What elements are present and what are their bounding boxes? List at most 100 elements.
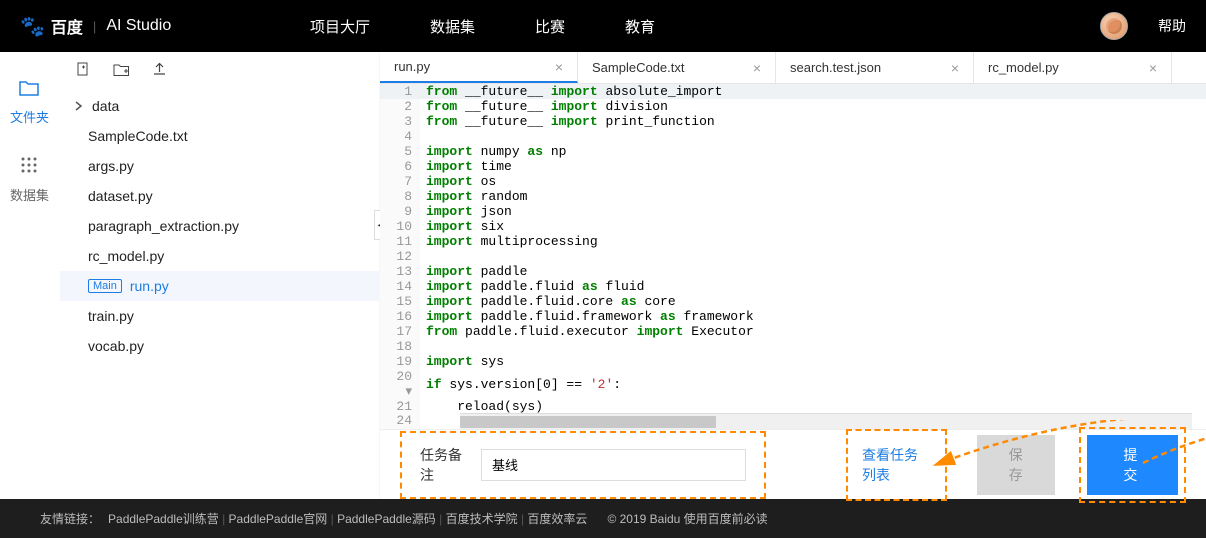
tree-file[interactable]: dataset.py	[60, 181, 380, 211]
gutter-line: 10	[380, 219, 420, 234]
nav-projects[interactable]: 项目大厅	[310, 16, 370, 37]
logo[interactable]: 🐾 百度 | AI Studio	[20, 14, 280, 39]
logo-aistudio: AI Studio	[106, 17, 171, 35]
leftbar-dataset[interactable]: 数据集	[10, 156, 49, 204]
separator: |	[436, 512, 446, 526]
nav-competitions[interactable]: 比赛	[535, 16, 565, 37]
footer-link[interactable]: PaddlePaddle官网	[229, 512, 328, 526]
tree-file[interactable]: SampleCode.txt	[60, 121, 380, 151]
help-link[interactable]: 帮助	[1158, 16, 1186, 36]
code-line[interactable]: reload(sys)	[420, 399, 1206, 413]
gutter-line: 20 ▾	[380, 369, 420, 399]
code-line[interactable]: import six	[420, 219, 1206, 234]
code-line[interactable]: if sys.version[0] == '2':	[420, 369, 1206, 399]
editor-tab[interactable]: SampleCode.txt×	[578, 52, 776, 83]
footer-link[interactable]: PaddlePaddle训练营	[108, 512, 219, 526]
editor-tab[interactable]: run.py×	[380, 52, 578, 83]
code-line[interactable]: import paddle	[420, 264, 1206, 279]
code-line[interactable]: import paddle.fluid.core as core	[420, 294, 1206, 309]
code-line[interactable]: from __future__ import absolute_import	[420, 84, 1206, 99]
gutter-line: 5	[380, 144, 420, 159]
tree-file[interactable]: train.py	[60, 301, 380, 331]
code-line[interactable]: import numpy as np	[420, 144, 1206, 159]
submit-highlight: 提 交	[1079, 427, 1186, 503]
tree-file[interactable]: paragraph_extraction.py	[60, 211, 380, 241]
gutter-line: 1	[380, 84, 420, 99]
save-button[interactable]: 保 存	[977, 435, 1055, 495]
separator: |	[219, 512, 229, 526]
close-icon[interactable]: ×	[555, 59, 563, 75]
tab-label: rc_model.py	[988, 60, 1059, 75]
code-line[interactable]: import paddle.fluid.framework as framewo…	[420, 309, 1206, 324]
bottom-bar: 任务备注 查看任务列表 保 存 提 交	[380, 429, 1206, 499]
nav-education[interactable]: 教育	[625, 16, 655, 37]
code-line[interactable]: import time	[420, 159, 1206, 174]
editor-tabs: run.py×SampleCode.txt×search.test.json×r…	[380, 52, 1206, 84]
file-tree: data SampleCode.txtargs.py dataset.py para…	[60, 52, 380, 499]
code-editor[interactable]: 1from __future__ import absolute_import 2…	[380, 84, 1206, 413]
code-line[interactable]: import sys	[420, 354, 1206, 369]
leftbar-files[interactable]: 文件夹	[10, 80, 49, 126]
leftbar-dataset-label: 数据集	[10, 185, 49, 204]
gutter-line: 14	[380, 279, 420, 294]
editor-tab[interactable]: rc_model.py ×	[974, 52, 1172, 83]
upload-icon[interactable]	[152, 62, 167, 81]
editor-tab[interactable]: search.test.json×	[776, 52, 974, 83]
close-icon[interactable]: ×	[1149, 60, 1157, 76]
file-name: train.py	[88, 308, 134, 324]
file-name: run.py	[130, 278, 169, 294]
editor-area: ◂ run.py×SampleCode.txt×search.test.json…	[380, 52, 1206, 499]
file-name: vocab.py	[88, 338, 144, 354]
gutter-line: 13	[380, 264, 420, 279]
footer-link[interactable]: 百度技术学院	[446, 512, 518, 526]
remark-input[interactable]	[481, 449, 746, 481]
avatar[interactable]	[1100, 12, 1128, 40]
file-name: dataset.py	[88, 188, 153, 204]
new-file-icon[interactable]	[76, 62, 91, 81]
gutter-line: 6	[380, 159, 420, 174]
code-line[interactable]	[420, 339, 1206, 354]
gutter-line: 24	[380, 413, 420, 429]
footer-link[interactable]: 百度效率云	[527, 512, 587, 526]
view-tasks-highlight: 查看任务列表	[846, 429, 947, 501]
gutter-line: 15	[380, 294, 420, 309]
nav-datasets[interactable]: 数据集	[430, 16, 475, 37]
gutter-line: 12	[380, 249, 420, 264]
gutter-line: 4	[380, 129, 420, 144]
gutter-line: 16	[380, 309, 420, 324]
code-line[interactable]: import json	[420, 204, 1206, 219]
separator: |	[518, 512, 528, 526]
gutter-line: 9	[380, 204, 420, 219]
tree-file[interactable]: rc_model.py	[60, 241, 380, 271]
close-icon[interactable]: ×	[753, 60, 761, 76]
code-line[interactable]: from __future__ import print_function	[420, 114, 1206, 129]
gutter-line: 21	[380, 399, 420, 413]
code-line[interactable]	[420, 129, 1206, 144]
gutter-line: 3	[380, 114, 420, 129]
top-nav: 项目大厅 数据集 比赛 教育	[280, 16, 1100, 37]
code-line[interactable]: import paddle.fluid as fluid	[420, 279, 1206, 294]
view-tasks-link[interactable]: 查看任务列表	[862, 447, 918, 483]
submit-button[interactable]: 提 交	[1087, 435, 1178, 495]
tree-file[interactable]: Mainrun.py	[60, 271, 380, 301]
code-line[interactable]: import multiprocessing	[420, 234, 1206, 249]
code-line[interactable]: from __future__ import division	[420, 99, 1206, 114]
tree-file[interactable]: args.py	[60, 151, 380, 181]
tree-folder-data[interactable]: data	[60, 91, 380, 121]
logo-divider: |	[93, 19, 96, 34]
close-icon[interactable]: ×	[951, 60, 959, 76]
code-line[interactable]: import random	[420, 189, 1206, 204]
footer-label: 友情链接：	[40, 510, 100, 527]
footer-link[interactable]: PaddlePaddle源码	[337, 512, 436, 526]
file-name: paragraph_extraction.py	[88, 218, 239, 234]
remark-highlight: 任务备注	[400, 431, 766, 499]
code-line[interactable]: from paddle.fluid.executor import Execut…	[420, 324, 1206, 339]
gutter-line: 8	[380, 189, 420, 204]
new-folder-icon[interactable]	[113, 62, 130, 81]
code-line[interactable]	[420, 249, 1206, 264]
code-line[interactable]: import os	[420, 174, 1206, 189]
tree-file[interactable]: vocab.py	[60, 331, 380, 361]
file-name: rc_model.py	[88, 248, 164, 264]
gutter-line: 18	[380, 339, 420, 354]
separator: |	[327, 512, 337, 526]
